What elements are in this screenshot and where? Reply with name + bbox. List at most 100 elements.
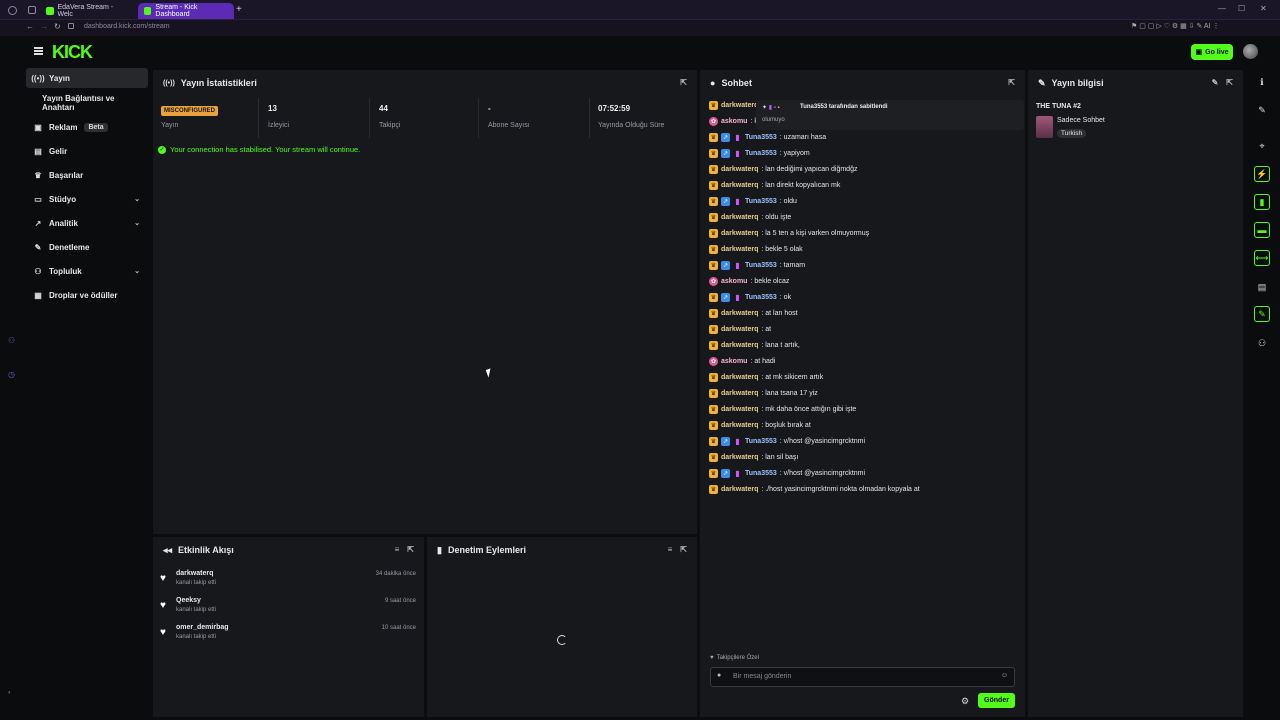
site-info-icon[interactable]: [68, 23, 74, 29]
kick-logo[interactable]: KICK: [52, 42, 93, 63]
extensions-icon[interactable]: ⚑ ▢ ▢ ▷ ♡ ⚙ ▦ ⇩ ✎ AI ⋮: [1131, 22, 1219, 30]
tab-kick-dashboard[interactable]: Stream - Kick Dashboard: [138, 3, 234, 19]
sidebar-item-yayin[interactable]: ((•)) Yayın: [26, 68, 148, 88]
chat-username[interactable]: darkwaterq: [721, 326, 758, 333]
chat-input[interactable]: ● Bir mesaj gönderin ☺: [710, 667, 1015, 687]
chat-username[interactable]: darkwaterq: [721, 230, 758, 237]
filter-icon[interactable]: ≡: [395, 545, 400, 554]
expand-icon[interactable]: ⇱: [680, 78, 687, 87]
sidebar-item-basarilar[interactable]: ♛ Başarılar: [26, 165, 148, 185]
chat-username[interactable]: Tuna3553: [745, 150, 777, 157]
sidebar-item-reklam[interactable]: ▣ Reklam Beta: [26, 117, 148, 137]
wrench-icon: ✎: [34, 242, 42, 252]
emote-icon[interactable]: ●: [717, 672, 721, 679]
chat-username[interactable]: darkwaterq: [721, 310, 758, 317]
crown-badge-icon: ♛: [709, 196, 718, 206]
sidebar-item-analitik[interactable]: ↗ Analitik ⌄: [26, 213, 148, 233]
browser-profile-icon[interactable]: [8, 6, 17, 15]
panel-actions[interactable]: ≡ ⇱: [668, 545, 687, 554]
follower-name[interactable]: darkwaterq: [176, 570, 213, 577]
chat-username[interactable]: Tuna3553: [745, 470, 777, 477]
code-icon[interactable]: ⟷: [1254, 250, 1270, 266]
expand-icon[interactable]: ⇱: [1008, 78, 1015, 87]
followers-only-notice: ♥ Takipçilere Özel: [710, 655, 759, 661]
sidebar-item-studyo[interactable]: ▭ Stüdyo ⌄: [26, 189, 148, 209]
chat-text: : at hadi: [750, 357, 776, 365]
chat-username[interactable]: darkwaterq: [721, 374, 758, 381]
tab-overview-icon[interactable]: [28, 6, 36, 14]
crown-badge-icon: ♛: [709, 404, 718, 414]
chat-username[interactable]: darkwaterq: [721, 390, 758, 397]
filter-icon[interactable]: ≡: [668, 545, 673, 554]
chat-username[interactable]: Tuna3553: [745, 262, 777, 269]
close-window-icon[interactable]: ✕: [1260, 4, 1267, 13]
chat-username[interactable]: askomu: [721, 278, 747, 285]
tab-edavera[interactable]: EdaVera Stream - Welc: [40, 3, 132, 19]
chat-username[interactable]: darkwaterq: [721, 486, 758, 493]
sidebar-item-stream-key[interactable]: Yayın Bağlantısı ve Anahtarı: [26, 93, 148, 113]
stat-value: -: [488, 104, 491, 113]
history-side-icon[interactable]: ◷: [8, 370, 15, 379]
info-icon[interactable]: ℹ: [1253, 73, 1271, 91]
back-icon[interactable]: ←: [26, 22, 34, 31]
menu-icon[interactable]: [34, 47, 43, 55]
stat-yayin: MISCONFIGURED Yayın: [153, 98, 259, 138]
sidebar-item-denetleme[interactable]: ✎ Denetleme: [26, 237, 148, 257]
wallet-icon: ▤: [34, 146, 42, 156]
sidebar-item-droplar[interactable]: ▦ Droplar ve ödüller: [26, 285, 148, 305]
url-field[interactable]: dashboard.kick.com/stream: [84, 23, 170, 30]
extension-side-icon[interactable]: ⚇: [8, 336, 15, 345]
chat-username[interactable]: darkwaterq: [721, 246, 758, 253]
expand-icon[interactable]: ⇱: [1226, 78, 1233, 87]
chat-username[interactable]: darkwaterq: [721, 166, 758, 173]
stream-category[interactable]: Sadece Sohbet: [1057, 117, 1105, 124]
lightning-icon[interactable]: ⚡: [1254, 166, 1270, 182]
stat-value: 07:52:59: [598, 104, 631, 113]
chat-username[interactable]: darkwaterq: [721, 406, 758, 413]
stream-title: THE TUNA #2: [1036, 103, 1081, 110]
activity-time: 9 saat önce: [384, 598, 416, 604]
reload-icon[interactable]: ↻: [54, 22, 61, 31]
pencil-icon[interactable]: ✎: [1253, 101, 1271, 119]
stack-icon[interactable]: ▤: [1253, 278, 1271, 296]
chat-username[interactable]: askomu: [721, 358, 747, 365]
sidebar-item-topluluk[interactable]: ⚇ Topluluk ⌄: [26, 261, 148, 281]
maximize-icon[interactable]: ☐: [1238, 4, 1245, 13]
chat-username[interactable]: Tuna3553: [745, 198, 777, 205]
chat-username[interactable]: darkwaterq: [721, 102, 758, 109]
edit-icon[interactable]: ✎: [1212, 78, 1219, 87]
chat-username[interactable]: darkwaterq: [721, 454, 758, 461]
follower-name[interactable]: omer_demirbag: [176, 624, 229, 631]
chat-username[interactable]: Tuna3553: [745, 438, 777, 445]
chat-username[interactable]: darkwaterq: [721, 182, 758, 189]
minimize-icon[interactable]: —: [1218, 4, 1226, 13]
avatar[interactable]: [1243, 44, 1258, 59]
chat-username[interactable]: askomu: [721, 118, 747, 125]
chat-username[interactable]: darkwaterq: [721, 214, 758, 221]
share-icon[interactable]: ⚇: [1253, 334, 1271, 352]
sidebar-item-gelir[interactable]: ▤ Gelir: [26, 141, 148, 161]
expand-icon[interactable]: ⇱: [407, 545, 414, 554]
send-button[interactable]: Gönder: [978, 693, 1015, 708]
follower-name[interactable]: Qeeksy: [176, 597, 201, 604]
expand-icon[interactable]: ⇱: [680, 545, 687, 554]
document-icon[interactable]: ▮: [1254, 194, 1270, 210]
gear-icon[interactable]: ⚙: [961, 696, 969, 707]
crosshair-icon[interactable]: ⌖: [1253, 137, 1271, 155]
go-live-button[interactable]: ▣ Go live: [1191, 44, 1233, 60]
pinned-message[interactable]: ✦ ▮ ▪ ▪ Tuna3553 tarafından sabitlendi o…: [756, 100, 1024, 130]
verified-badge-icon: ↗: [721, 436, 730, 446]
chat-message: ♛ darkwaterq: lana tsana 17 yiz: [709, 385, 818, 401]
forward-icon[interactable]: →: [40, 22, 48, 31]
chat-username[interactable]: Tuna3553: [745, 294, 777, 301]
emoji-icon[interactable]: ☺: [1001, 672, 1008, 679]
chat-username[interactable]: darkwaterq: [721, 342, 758, 349]
panel-actions[interactable]: ≡ ⇱: [395, 545, 414, 554]
chat-username[interactable]: darkwaterq: [721, 422, 758, 429]
new-tab-plus-icon[interactable]: +: [236, 4, 242, 15]
wrench-rail-icon[interactable]: ✎: [1254, 306, 1270, 322]
panel-actions[interactable]: ✎ ⇱: [1212, 78, 1233, 87]
side-bottom-icon[interactable]: ◐: [8, 690, 12, 696]
chat-username[interactable]: Tuna3553: [745, 134, 777, 141]
chat-rail-icon[interactable]: ▬: [1254, 222, 1270, 238]
